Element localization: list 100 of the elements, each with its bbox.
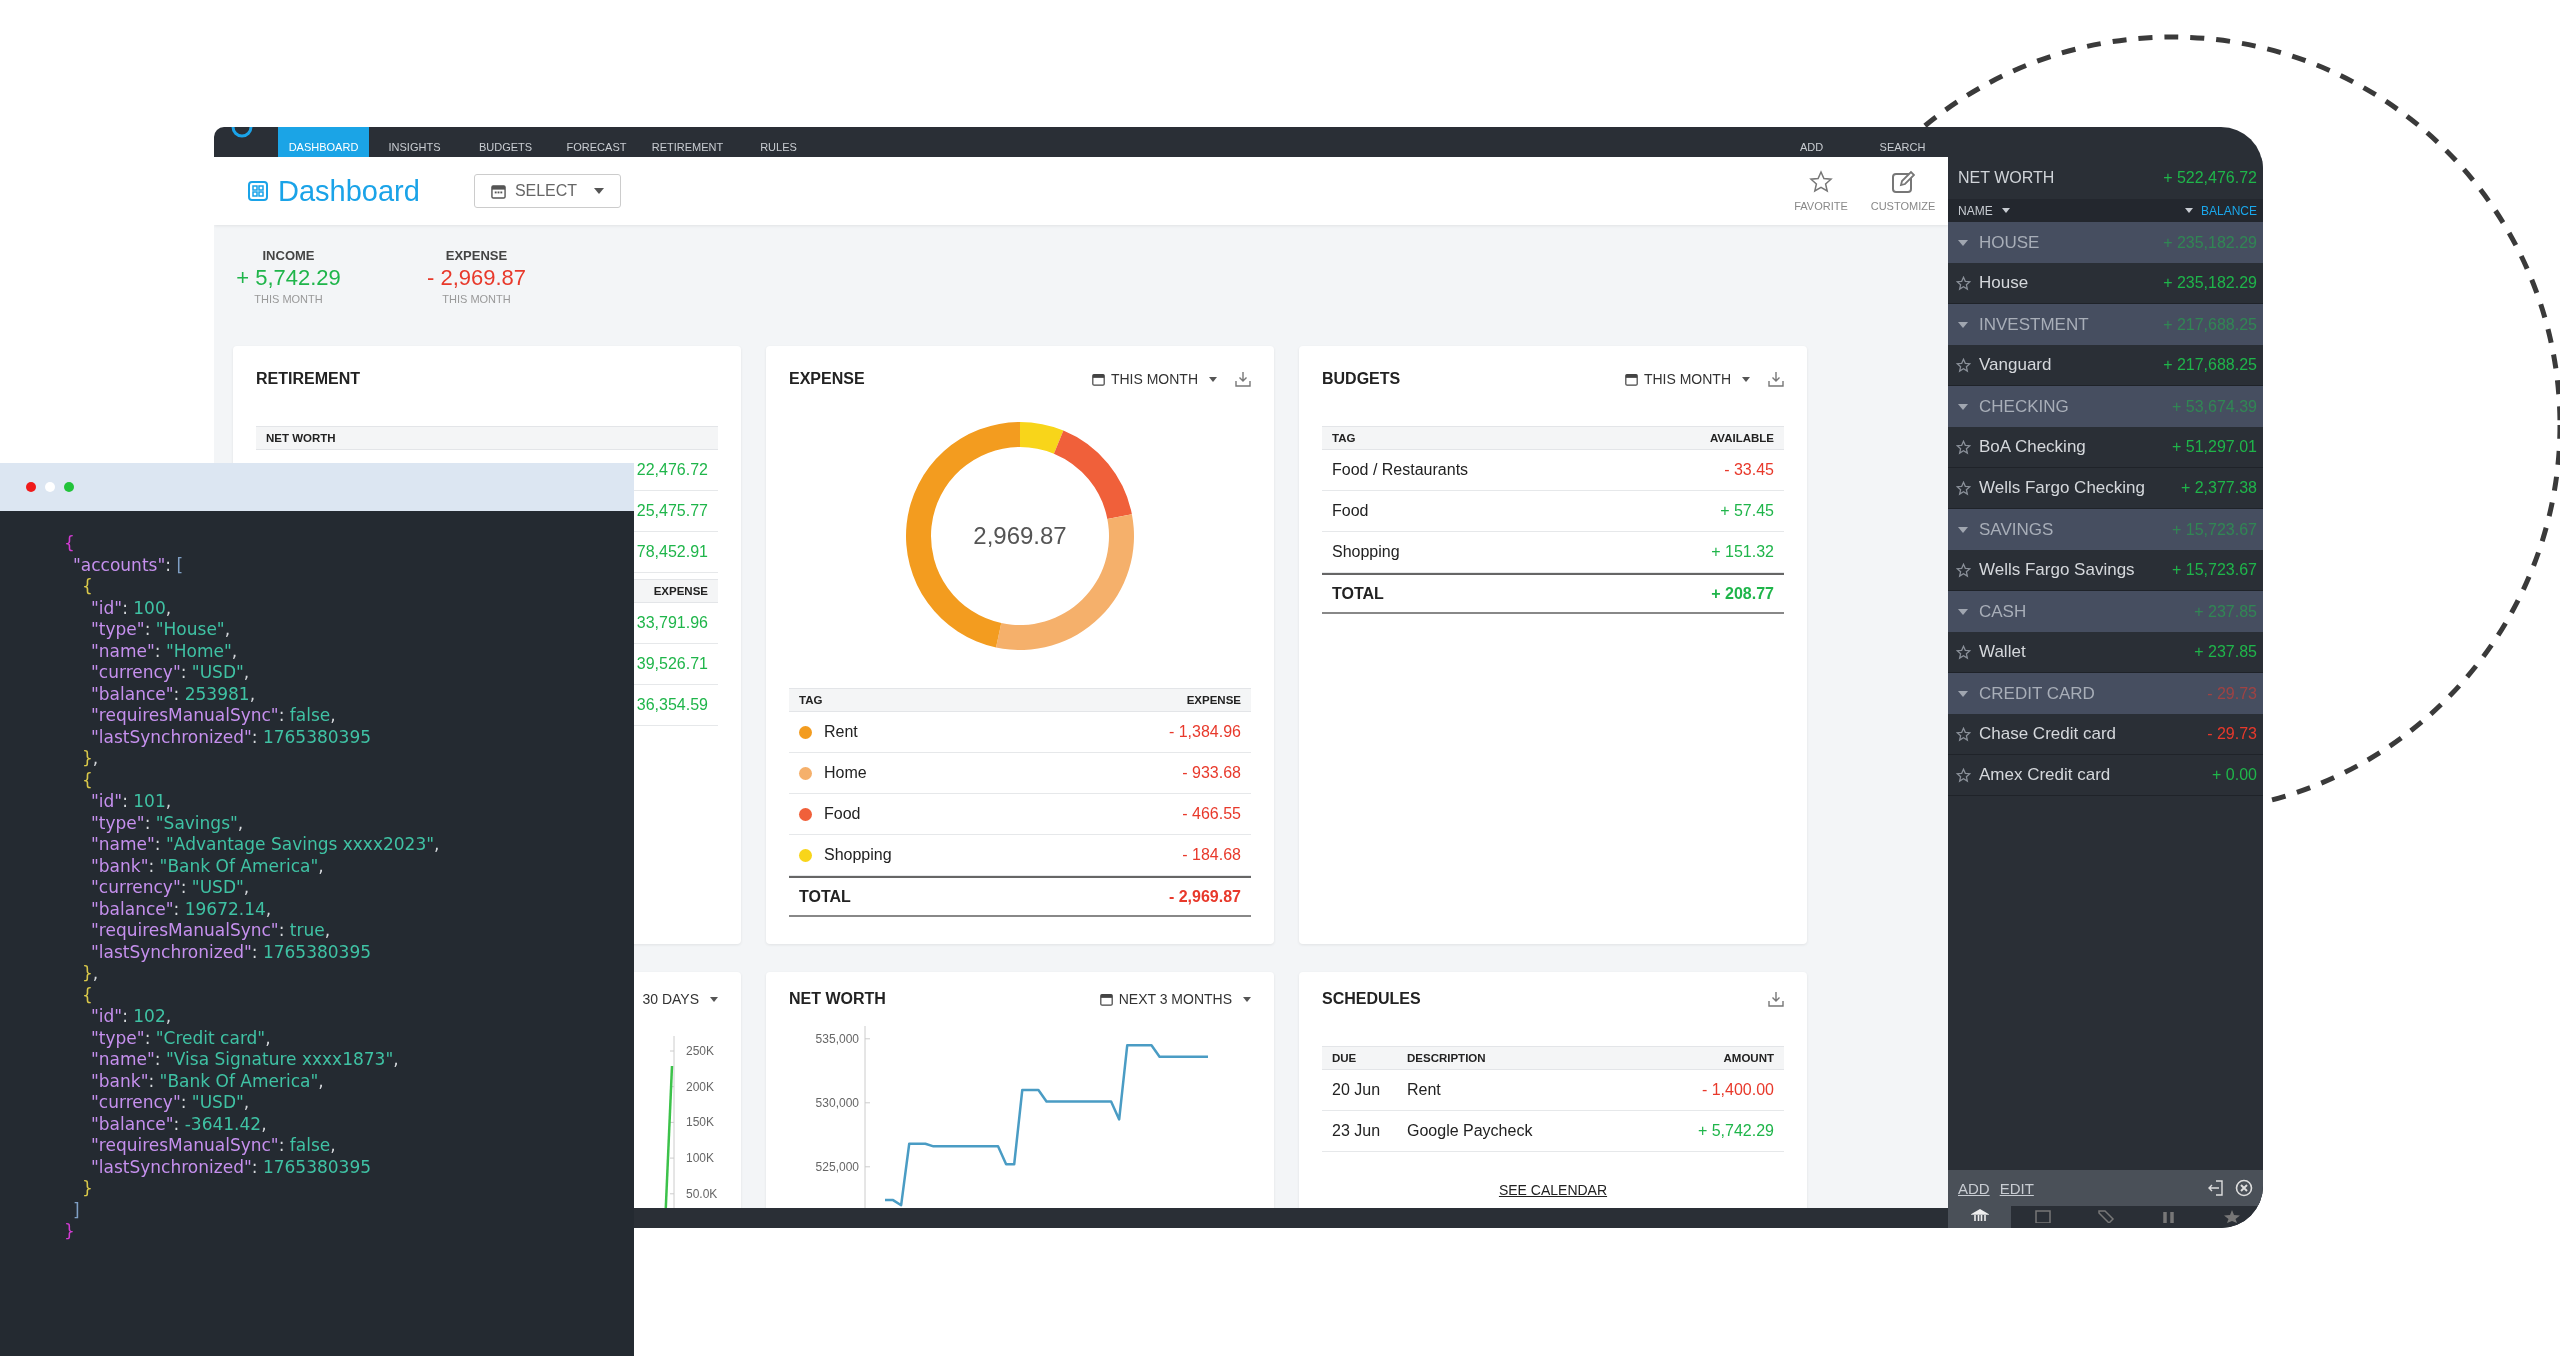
table-cell: + 208.77 xyxy=(1711,584,1774,603)
column-header: NET WORTH xyxy=(266,432,336,444)
nav-tab[interactable]: BUDGETS xyxy=(460,127,551,157)
footer-link[interactable]: EDIT xyxy=(1999,1179,2034,1197)
period-dropdown[interactable]: THIS MONTH xyxy=(1624,371,1750,387)
stat-label: EXPENSE xyxy=(445,248,508,263)
code-line: "balance": 19672.14, xyxy=(90,898,273,920)
group-row[interactable]: CREDIT CARD - 29.73 xyxy=(1948,673,2263,714)
period-dropdown[interactable]: THIS MONTH xyxy=(1091,371,1217,387)
account-balance: - 29.73 xyxy=(2207,725,2257,743)
nav-tab[interactable]: FORECAST xyxy=(551,127,642,157)
code-line: { xyxy=(81,769,94,791)
net-worth-total: + 522,476.72 xyxy=(2163,169,2257,187)
code-line: }, xyxy=(81,748,100,770)
column-header: DUE xyxy=(1332,1052,1358,1064)
group-row[interactable]: HOUSE + 235,182.29 xyxy=(1948,222,2263,263)
group-name: CASH xyxy=(1979,601,2027,622)
axis-label: 150K xyxy=(686,1115,715,1130)
code-line: "currency": "USD", xyxy=(90,877,251,899)
table-cell: Shopping xyxy=(1332,543,1400,561)
table-cell: - 933.68 xyxy=(1182,764,1241,782)
stat-label: INCOME xyxy=(262,248,315,263)
group-name: HOUSE xyxy=(1979,232,2040,253)
footer-link[interactable]: ADD xyxy=(1958,1179,1990,1197)
table-cell: Home xyxy=(824,764,867,782)
account-row[interactable]: Amex Credit card + 0.00 xyxy=(1948,755,2263,796)
column-header: TAG xyxy=(799,694,823,706)
account-name: Wells Fargo Savings xyxy=(1979,560,2135,580)
axis-label: 100K xyxy=(686,1151,715,1166)
table-cell: + 151.32 xyxy=(1711,543,1774,561)
account-balance: + 235,182.29 xyxy=(2163,274,2257,292)
code-line: "requiresManualSync": true, xyxy=(90,920,332,942)
group-row[interactable]: CHECKING + 53,674.39 xyxy=(1948,386,2263,427)
card-title: EXPENSE xyxy=(789,370,865,388)
column-header: AVAILABLE xyxy=(1709,432,1774,444)
account-balance: + 51,297.01 xyxy=(2172,438,2257,456)
sort-button[interactable]: BALANCE xyxy=(2200,203,2257,218)
code-line: { xyxy=(81,576,94,598)
group-row[interactable]: INVESTMENT + 217,688.25 xyxy=(1948,304,2263,345)
period-dropdown[interactable]: 30 DAYS xyxy=(642,991,718,1007)
stat-caption: THIS MONTH xyxy=(442,293,511,305)
stat-value: - 2,969.87 xyxy=(426,265,527,291)
customize-button[interactable]: CUSTOMIZE xyxy=(1862,170,1944,212)
nav-tab[interactable]: RETIREMENT xyxy=(642,127,733,157)
table-cell: + 5,742.29 xyxy=(1697,1122,1774,1140)
table-cell: - 2,969.87 xyxy=(1168,887,1241,906)
code-line: "currency": "USD", xyxy=(90,662,251,684)
group-total: + 53,674.39 xyxy=(2172,397,2257,416)
column-header: AMOUNT xyxy=(1723,1052,1774,1064)
table-cell: Food xyxy=(1332,502,1369,520)
group-total: + 237.85 xyxy=(2194,602,2257,621)
stat-value: + 5,742.29 xyxy=(236,265,341,291)
account-balance: + 217,688.25 xyxy=(2163,356,2257,374)
see-calendar-link[interactable]: SEE CALENDAR xyxy=(1498,1182,1608,1198)
group-total: + 235,182.29 xyxy=(2163,233,2257,252)
nav-tab[interactable]: INSIGHTS xyxy=(369,127,460,157)
period-select[interactable]: SELECT xyxy=(473,174,622,208)
code-line: } xyxy=(64,1221,76,1243)
account-row[interactable]: BoA Checking + 51,297.01 xyxy=(1948,427,2263,468)
group-name: CHECKING xyxy=(1979,396,2069,417)
account-name: Vanguard xyxy=(1979,355,2052,375)
sort-button[interactable]: NAME xyxy=(1958,203,2010,218)
code-line: "name": "Home", xyxy=(90,640,239,662)
code-line: "requiresManualSync": false, xyxy=(90,705,337,727)
code-line: ] xyxy=(72,1199,81,1221)
account-balance: + 15,723.67 xyxy=(2172,561,2257,579)
toolbar-button[interactable]: ADD xyxy=(1766,127,1857,157)
column-header: TAG xyxy=(1332,432,1356,444)
code-line: "balance": 253981, xyxy=(90,683,257,705)
toolbar-button[interactable]: SEARCH xyxy=(1857,127,1948,157)
table-cell: Shopping xyxy=(824,846,892,864)
table-cell-text: Rent xyxy=(1407,1081,1442,1099)
account-name: Chase Credit card xyxy=(1979,724,2116,744)
code-line: "lastSynchronized": 1765380395 xyxy=(90,1156,373,1178)
period-dropdown[interactable]: NEXT 3 MONTHS xyxy=(1099,991,1251,1007)
card-title: SCHEDULES xyxy=(1322,990,1421,1008)
code-line: "name": "Advantage Savings xxxx2023", xyxy=(90,834,441,856)
code-line: }, xyxy=(81,963,100,985)
group-row[interactable]: CASH + 237.85 xyxy=(1948,591,2263,632)
code-line: "id": 101, xyxy=(90,791,173,813)
code-line: "lastSynchronized": 1765380395 xyxy=(90,941,373,963)
code-line: "type": "Credit card", xyxy=(90,1027,272,1049)
code-line: { xyxy=(64,533,76,555)
group-name: SAVINGS xyxy=(1979,519,2054,540)
axis-label: 525,000 xyxy=(815,1159,859,1174)
group-total: + 15,723.67 xyxy=(2172,520,2257,539)
account-row[interactable]: Chase Credit card - 29.73 xyxy=(1948,714,2263,755)
favorite-button[interactable]: FAVORITE xyxy=(1780,170,1862,212)
account-name: Amex Credit card xyxy=(1979,765,2111,785)
code-line: "type": "House", xyxy=(90,619,232,641)
table-cell: + 57.45 xyxy=(1720,502,1774,520)
group-total: - 29.73 xyxy=(2207,684,2257,703)
table-cell: Rent xyxy=(824,723,858,741)
table-cell: - 184.68 xyxy=(1182,846,1241,864)
table-cell: - 1,384.96 xyxy=(1168,723,1241,741)
table-cell: Food xyxy=(824,805,861,823)
donut-total: 2,969.87 xyxy=(973,522,1067,550)
group-row[interactable]: SAVINGS + 15,723.67 xyxy=(1948,509,2263,550)
table-cell: 22,476.72 xyxy=(636,461,708,479)
nav-tab[interactable]: RULES xyxy=(733,127,824,157)
